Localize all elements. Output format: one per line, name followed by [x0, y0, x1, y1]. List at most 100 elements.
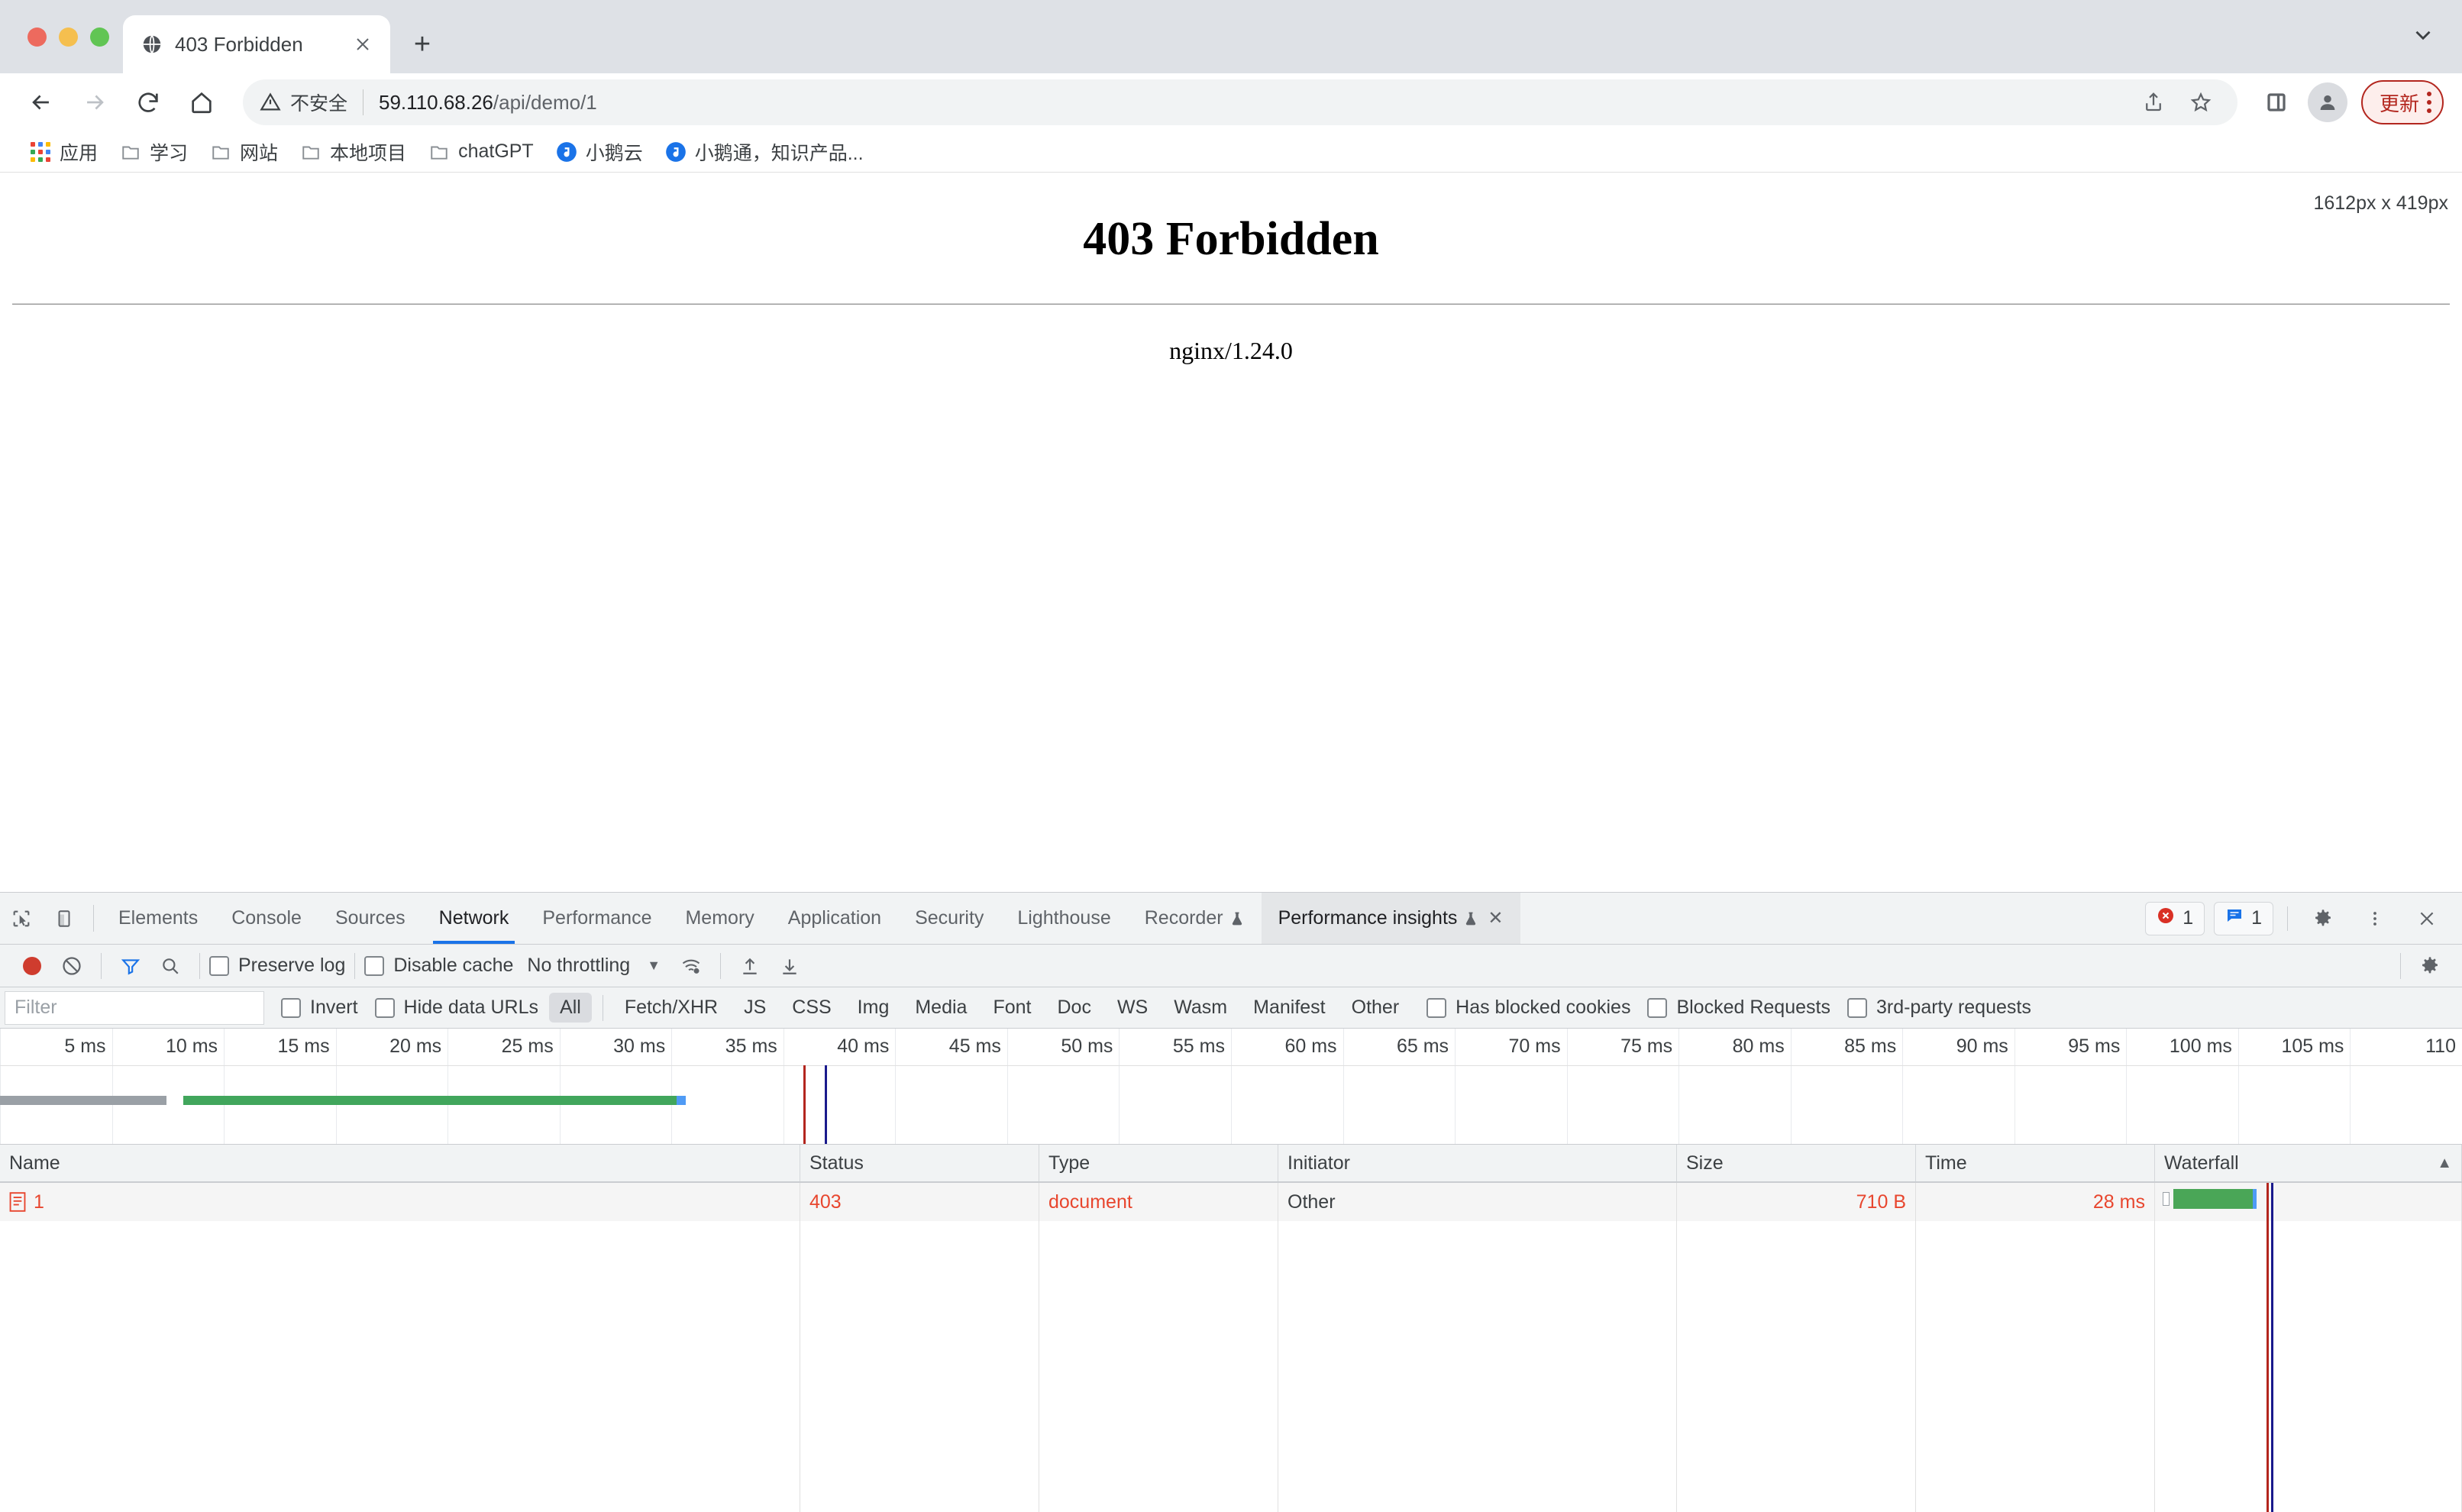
third-party-requests-label: 3rd-party requests [1876, 997, 2031, 1018]
tab-performance-insights[interactable]: Performance insights ✕ [1261, 893, 1520, 944]
preserve-log-checkbox[interactable]: Preserve log [209, 955, 345, 977]
close-window-button[interactable] [27, 27, 47, 47]
inspect-cursor-icon[interactable] [0, 893, 43, 944]
checkbox-box[interactable] [1647, 997, 1668, 1018]
bookmark-item-6[interactable]: 小鹅通，知识产品... [654, 134, 874, 170]
download-arrow-icon[interactable] [770, 946, 809, 986]
throttling-select[interactable]: No throttling ▼ [527, 955, 661, 977]
side-panel-icon[interactable] [2254, 80, 2299, 124]
type-filter-all[interactable]: All [549, 993, 592, 1023]
tab-memory[interactable]: Memory [668, 893, 771, 944]
search-icon[interactable] [150, 946, 190, 986]
column-header-size[interactable]: Size [1677, 1145, 1916, 1181]
avatar[interactable] [2307, 82, 2347, 122]
column-header-waterfall[interactable]: Waterfall ▲ [2155, 1145, 2462, 1181]
bookmark-item-4[interactable]: chatGPT [417, 136, 544, 168]
close-icon[interactable]: ✕ [1488, 907, 1503, 929]
bookmark-item-apps[interactable]: 应用 [18, 134, 108, 170]
share-icon[interactable] [2134, 82, 2173, 122]
bookmark-item-5[interactable]: 小鹅云 [544, 134, 654, 170]
arrow-right-icon[interactable] [70, 78, 119, 127]
bookmark-item-1[interactable]: 学习 [108, 134, 199, 170]
arrow-left-icon[interactable] [17, 78, 66, 127]
type-filter-js[interactable]: JS [733, 993, 777, 1023]
type-filter-fetch-xhr[interactable]: Fetch/XHR [614, 993, 729, 1023]
type-filter-ws[interactable]: WS [1107, 993, 1158, 1023]
type-filter-doc[interactable]: Doc [1046, 993, 1101, 1023]
timeline-tick: 10 ms [111, 1029, 225, 1144]
minimize-window-button[interactable] [59, 27, 78, 47]
type-filter-img[interactable]: Img [847, 993, 900, 1023]
hide-data-urls-checkbox[interactable]: Hide data URLs [374, 997, 538, 1019]
tab-console[interactable]: Console [215, 893, 318, 944]
type-filter-css[interactable]: CSS [781, 993, 842, 1023]
close-icon[interactable] [2405, 909, 2448, 929]
tab-recorder[interactable]: Recorder [1128, 893, 1262, 944]
star-icon[interactable] [2181, 82, 2221, 122]
timeline-tick: 90 ms [1902, 1029, 2015, 1144]
close-icon[interactable] [349, 31, 376, 58]
has-blocked-cookies-checkbox[interactable]: Has blocked cookies [1426, 997, 1630, 1019]
error-count-badge[interactable]: 1 [2145, 901, 2205, 935]
reload-icon[interactable] [124, 78, 173, 127]
maximize-window-button[interactable] [90, 27, 109, 47]
bookmark-item-2[interactable]: 网站 [199, 134, 289, 170]
table-row[interactable]: 1 403 document Other 710 B 28 ms [0, 1183, 2462, 1221]
wifi-settings-icon[interactable] [671, 946, 711, 986]
column-header-name[interactable]: Name [0, 1145, 800, 1181]
checkbox-box[interactable] [374, 997, 395, 1018]
cell-name[interactable]: 1 [0, 1183, 800, 1221]
type-filter-other[interactable]: Other [1341, 993, 1410, 1023]
new-tab-button[interactable]: + [401, 23, 444, 66]
checkbox-box[interactable] [209, 955, 229, 976]
chevron-down-icon[interactable] [2410, 22, 2436, 52]
timeline-tick-label: 75 ms [1620, 1035, 1673, 1057]
type-filter-wasm[interactable]: Wasm [1163, 993, 1238, 1023]
message-count-badge[interactable]: 1 [2214, 901, 2273, 935]
column-header-status[interactable]: Status [800, 1145, 1039, 1181]
tab-application[interactable]: Application [771, 893, 898, 944]
checkbox-box[interactable] [364, 955, 385, 976]
kebab-menu-icon[interactable] [2427, 92, 2431, 113]
tab-elements[interactable]: Elements [102, 893, 215, 944]
flask-icon [1463, 910, 1478, 927]
home-icon[interactable] [177, 78, 226, 127]
invert-checkbox[interactable]: Invert [281, 997, 358, 1019]
filter-input[interactable]: Filter [5, 990, 264, 1025]
address-bar[interactable]: 不安全 59.110.68.26/api/demo/1 [243, 79, 2237, 125]
checkbox-box[interactable] [1426, 997, 1447, 1018]
tab-network[interactable]: Network [422, 893, 526, 944]
disable-cache-checkbox[interactable]: Disable cache [364, 955, 513, 977]
update-button[interactable]: 更新 [2360, 80, 2444, 124]
kebab-menu-icon[interactable] [2354, 909, 2396, 928]
third-party-requests-checkbox[interactable]: 3rd-party requests [1846, 997, 2031, 1019]
tab-label: Performance [542, 907, 652, 929]
tab-title: 403 Forbidden [175, 32, 303, 56]
timeline-tick: 60 ms [1231, 1029, 1343, 1144]
tab-lighthouse[interactable]: Lighthouse [1000, 893, 1127, 944]
bookmark-item-3[interactable]: 本地项目 [289, 134, 417, 170]
gear-icon[interactable] [2302, 908, 2344, 929]
type-filter-font[interactable]: Font [982, 993, 1042, 1023]
upload-arrow-icon[interactable] [730, 946, 770, 986]
dom-content-loaded-marker [803, 1065, 806, 1144]
device-toolbar-icon[interactable] [43, 893, 86, 944]
funnel-icon[interactable] [111, 946, 150, 986]
tab-performance[interactable]: Performance [525, 893, 668, 944]
browser-tab[interactable]: 403 Forbidden [123, 15, 390, 73]
column-header-initiator[interactable]: Initiator [1278, 1145, 1677, 1181]
overview-bar-gray-tick [150, 1096, 166, 1105]
blocked-requests-checkbox[interactable]: Blocked Requests [1647, 997, 1830, 1019]
gear-icon[interactable] [2410, 946, 2450, 986]
checkbox-box[interactable] [1846, 997, 1867, 1018]
tab-sources[interactable]: Sources [318, 893, 422, 944]
type-filter-media[interactable]: Media [904, 993, 977, 1023]
record-dot-icon[interactable] [12, 946, 52, 986]
checkbox-box[interactable] [281, 997, 301, 1018]
clear-no-entry-icon[interactable] [52, 946, 92, 986]
network-overview[interactable]: 5 ms 10 ms 15 ms 20 ms 25 ms 30 ms 35 ms 40 ms 4… [0, 1029, 2462, 1145]
column-header-type[interactable]: Type [1039, 1145, 1278, 1181]
tab-security[interactable]: Security [898, 893, 1000, 944]
type-filter-manifest[interactable]: Manifest [1242, 993, 1336, 1023]
column-header-time[interactable]: Time [1916, 1145, 2155, 1181]
